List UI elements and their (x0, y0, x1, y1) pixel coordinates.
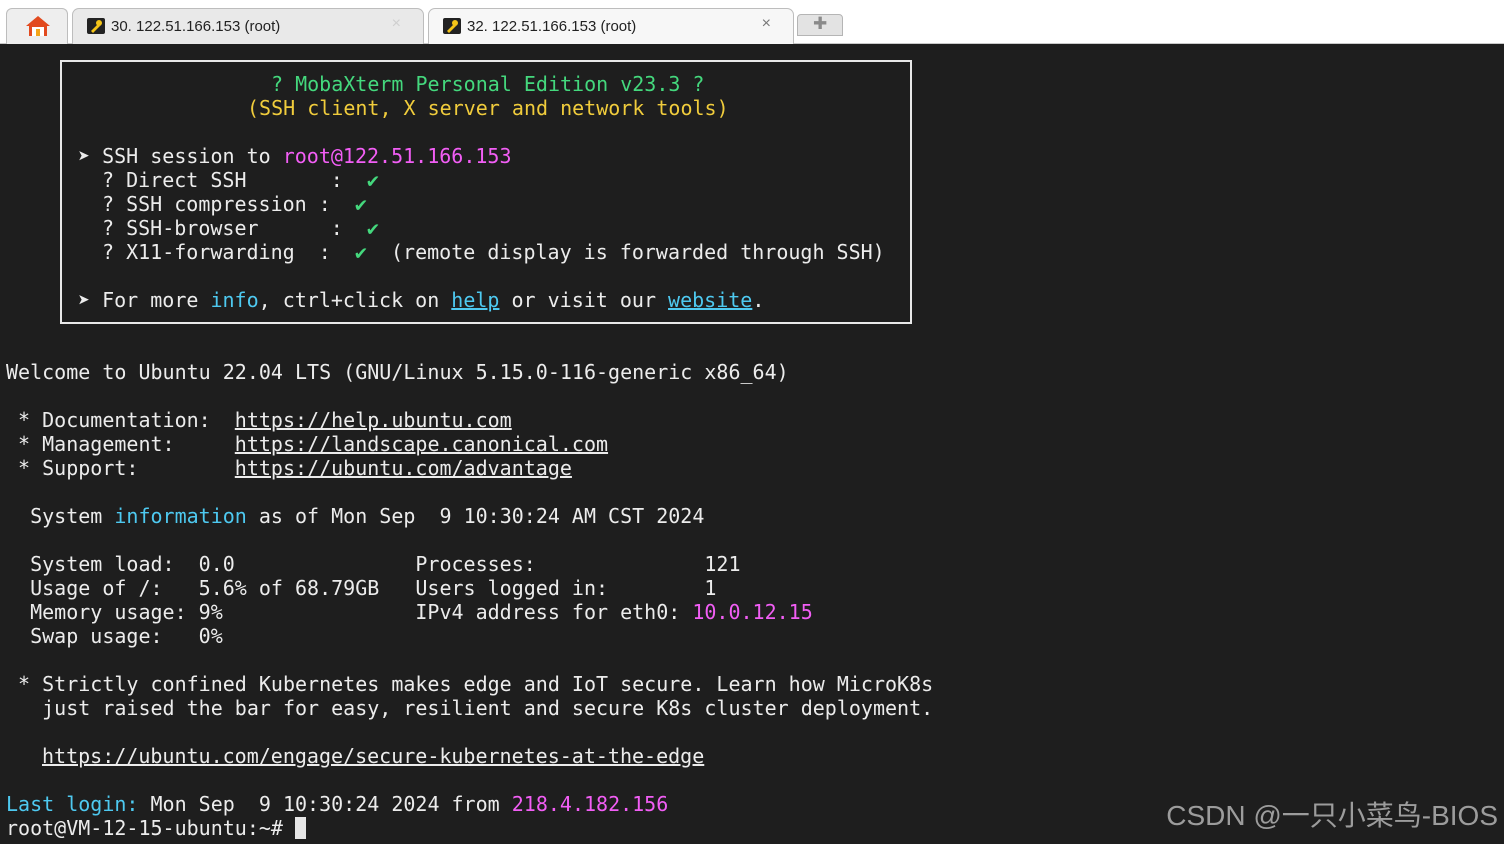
website-link[interactable]: website (668, 288, 752, 312)
last-login-line: Last login: Mon Sep 9 10:30:24 2024 from… (6, 792, 669, 816)
banner-subtitle: (SSH client, X server and network tools) (247, 96, 729, 120)
login-ip: 218.4.182.156 (511, 792, 669, 816)
ipv4-address: 10.0.12.15 (692, 600, 813, 624)
tab-session-32[interactable]: 32. 122.51.166.153 (root) × (428, 8, 794, 44)
ssh-session-icon (87, 18, 105, 34)
tab-label: 32. 122.51.166.153 (root) (467, 18, 637, 35)
plus-icon: ✚ (813, 14, 828, 34)
management-link-line: * Management: https://landscape.canonica… (6, 432, 609, 456)
more-info-line: ➤ For more info, ctrl+click on help or v… (78, 288, 765, 312)
ssh-session-line: ➤ SSH session to root@122.51.166.153 (78, 144, 512, 168)
welcome-line: Welcome to Ubuntu 22.04 LTS (GNU/Linux 5… (6, 360, 789, 384)
stats-row: Memory usage: 9% IPv4 address for eth0: … (6, 600, 813, 624)
session-host: root@122.51.166.153 (282, 144, 512, 168)
notice-line: * Strictly confined Kubernetes makes edg… (6, 672, 934, 696)
feature-x11-forwarding: ? X11-forwarding : ✔ (remote display is … (102, 240, 885, 264)
stats-row: System load: 0.0 Processes: 121 (6, 552, 741, 576)
ssh-session-icon (443, 18, 461, 34)
tab-label: 30. 122.51.166.153 (root) (111, 18, 281, 35)
prompt-line[interactable]: root@VM-12-15-ubuntu:~# (6, 816, 306, 840)
sysinfo-line: System information as of Mon Sep 9 10:30… (6, 504, 705, 528)
stats-row: Usage of /: 5.6% of 68.79GB Users logged… (6, 576, 717, 600)
tab-session-30[interactable]: 30. 122.51.166.153 (root) × (72, 8, 424, 44)
home-icon (26, 16, 50, 36)
banner-title: ? MobaXterm Personal Edition v23.3 ? (271, 72, 705, 96)
new-tab-button[interactable]: ✚ (797, 14, 843, 36)
help-link[interactable]: help (451, 288, 499, 312)
management-url[interactable]: https://landscape.canonical.com (235, 432, 608, 456)
kubernetes-url[interactable]: https://ubuntu.com/engage/secure-kuberne… (42, 744, 704, 768)
tab-close-icon[interactable]: × (762, 15, 771, 33)
shell-prompt: root@VM-12-15-ubuntu:~# (6, 816, 295, 840)
check-icon: ✔ (354, 240, 367, 264)
home-tab[interactable] (6, 8, 68, 44)
tab-bar: 30. 122.51.166.153 (root) × 32. 122.51.1… (0, 0, 1504, 44)
terminal[interactable]: ? MobaXterm Personal Edition v23.3 ? (SS… (0, 44, 1504, 844)
watermark: CSDN @一只小菜鸟-BIOS (1166, 800, 1498, 831)
check-icon: ✔ (366, 216, 379, 240)
support-url[interactable]: https://ubuntu.com/advantage (235, 456, 572, 480)
feature-ssh-compression: ? SSH compression : ✔ (102, 192, 367, 216)
notice-line: just raised the bar for easy, resilient … (6, 696, 934, 720)
tab-close-icon[interactable]: × (392, 15, 401, 33)
check-icon: ✔ (366, 168, 379, 192)
stats-row: Swap usage: 0% (6, 624, 223, 648)
support-link-line: * Support: https://ubuntu.com/advantage (6, 456, 572, 480)
text-cursor (294, 817, 306, 839)
doc-url[interactable]: https://help.ubuntu.com (235, 408, 512, 432)
feature-ssh-browser: ? SSH-browser : ✔ (102, 216, 379, 240)
check-icon: ✔ (354, 192, 367, 216)
doc-link-line: * Documentation: https://help.ubuntu.com (6, 408, 512, 432)
info-link[interactable]: info (210, 288, 258, 312)
feature-direct-ssh: ? Direct SSH : ✔ (102, 168, 379, 192)
